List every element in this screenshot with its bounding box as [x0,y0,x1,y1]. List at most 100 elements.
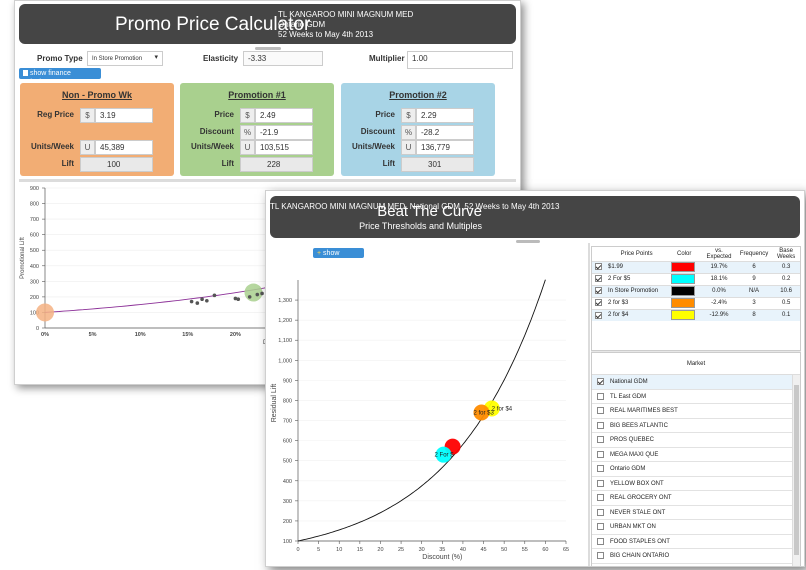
market-scrollbar[interactable] [792,375,800,566]
y-tick-label: 900 [283,378,292,384]
row-checkbox[interactable] [592,296,605,309]
color-swatch [671,262,696,272]
units-week-field[interactable]: 45,389 [95,140,153,155]
row-checkbox[interactable] [592,272,605,285]
y-axis-label: Promotional Lift [20,237,26,279]
price-point-row[interactable]: 2 for $4 -12.9% 8 0.1 [592,308,800,321]
row-checkbox[interactable] [592,260,605,273]
market-checkbox[interactable] [597,436,604,443]
frequency-cell: 3 [737,296,771,309]
x-tick-label: 20% [230,332,241,338]
price-point-row[interactable]: 2 for $3 -2.4% 3 0.5 [592,296,800,309]
elasticity-field[interactable]: -3.33 [243,51,323,66]
y-tick-label: 300 [283,499,292,505]
checkbox-checked-icon[interactable] [595,311,602,319]
market-checkbox[interactable] [597,479,604,487]
units-week-label: Units/Week [191,142,234,151]
market-checkbox[interactable] [597,494,604,501]
discount-field[interactable]: -28.2 [416,125,474,140]
x-tick-label: 15% [182,332,193,338]
color-swatch-cell [668,296,701,309]
market-item[interactable]: BIG BEES ONT [592,564,800,568]
price-point-label: $1.99 [605,260,669,273]
promo-type-label: Promo Type [37,54,83,63]
vs-expected-cell: 19.7% [700,260,738,273]
units-week-field[interactable]: 136,779 [416,140,474,155]
reg-price-field[interactable]: 3.19 [95,108,153,123]
base-weeks-cell: 0.2 [770,272,800,285]
market-item[interactable]: REAL MARITIMES BEST [592,404,800,419]
discount-field[interactable]: -21.9 [255,125,313,140]
data-point [255,292,260,297]
market-item[interactable]: TL East GDM [592,390,800,404]
lift-label: Lift [221,159,234,168]
market-label: BIG BEES ATLANTIC [610,422,668,429]
market-checkbox[interactable] [597,465,604,472]
y-tick-label: 200 [30,295,39,301]
market-label: NEVER STALE ONT [610,509,666,516]
checkbox-checked-icon[interactable] [595,263,602,271]
market-item[interactable]: BIG CHAIN ONTARIO [592,549,800,564]
lift-label: Lift [61,159,74,168]
market-checkbox[interactable] [597,552,604,559]
row-checkbox[interactable] [592,284,605,297]
promo-type-select[interactable]: In Store Promotion ▾ [87,51,163,66]
units-prefix: U [240,140,255,155]
units-week-field[interactable]: 103,515 [255,140,313,155]
frequency-cell: 6 [737,260,771,273]
price-field[interactable]: 2.29 [416,108,474,123]
multiplier-field[interactable]: 1.00 [407,51,513,69]
frequency-cell: 8 [737,308,771,321]
market-item[interactable]: YELLOW BOX ONT [592,477,800,491]
checkbox-checked-icon[interactable] [595,299,602,307]
price-point-row[interactable]: 2 For $5 18.1% 9 0.2 [592,272,800,285]
color-swatch-cell [668,272,701,285]
calculator-product: TL KANGAROO MINI MAGNUM MED [278,10,414,19]
lift-label: Lift [382,159,395,168]
vs-expected-cell: 18.1% [700,272,738,285]
resize-grip[interactable] [516,240,540,243]
market-item[interactable]: REAL GROCERY ONT [592,491,800,506]
splitter[interactable] [19,179,516,182]
discount-prefix: % [240,125,255,140]
vs-expected-cell: -2.4% [700,296,738,309]
data-point [212,293,217,298]
market-checkbox[interactable] [597,392,604,400]
market-item[interactable]: National GDM [592,375,800,390]
data-point [205,298,209,303]
market-label: REAL GROCERY ONT [610,495,672,501]
price-point-row[interactable]: In Store Promotion 0.0% N/A 10.6 [592,284,800,297]
calculator-header: Promo Price Calculator TL KANGAROO MINI … [19,4,516,44]
y-tick-label: 700 [30,217,39,223]
market-item[interactable]: URBAN MKT ON [592,520,800,535]
price-point-label: 2 for $3 [605,296,669,309]
market-list: National GDM TL East GDM REAL MARITIMES BE… [592,375,800,568]
market-checkbox[interactable] [597,537,604,545]
checkbox-checked-icon[interactable] [595,287,602,295]
data-point [189,299,194,304]
market-item[interactable]: BIG BEES ATLANTIC [592,419,800,433]
discount-label: Discount [360,127,395,136]
market-item[interactable]: NEVER STALE ONT [592,506,800,520]
market-checkbox[interactable] [597,567,604,568]
market-item[interactable]: PROS QUEBEC [592,433,800,448]
market-checkbox[interactable] [597,508,604,516]
y-tick-label: 300 [30,279,39,285]
market-checkbox[interactable] [597,421,604,429]
price-label: Price [375,110,395,119]
vertical-splitter[interactable] [588,243,590,566]
price-field[interactable]: 2.49 [255,108,313,123]
price-point-row[interactable]: $1.99 19.7% 6 0.3 [592,260,800,273]
market-item[interactable]: MEGA MAXI QUE [592,448,800,462]
market-checkbox[interactable] [597,378,604,385]
market-checkbox[interactable] [597,407,604,414]
market-checkbox[interactable] [597,450,604,458]
market-item[interactable]: FOOD STAPLES ONT [592,535,800,549]
scrollbar-thumb[interactable] [794,385,799,555]
show-finance-calculator-button[interactable]: show finance calculator [19,68,101,86]
market-checkbox[interactable] [597,523,604,530]
market-item[interactable]: Ontario GDM [592,462,800,477]
checkbox-checked-icon[interactable] [595,275,602,283]
resize-grip[interactable] [255,47,281,50]
row-checkbox[interactable] [592,308,605,321]
